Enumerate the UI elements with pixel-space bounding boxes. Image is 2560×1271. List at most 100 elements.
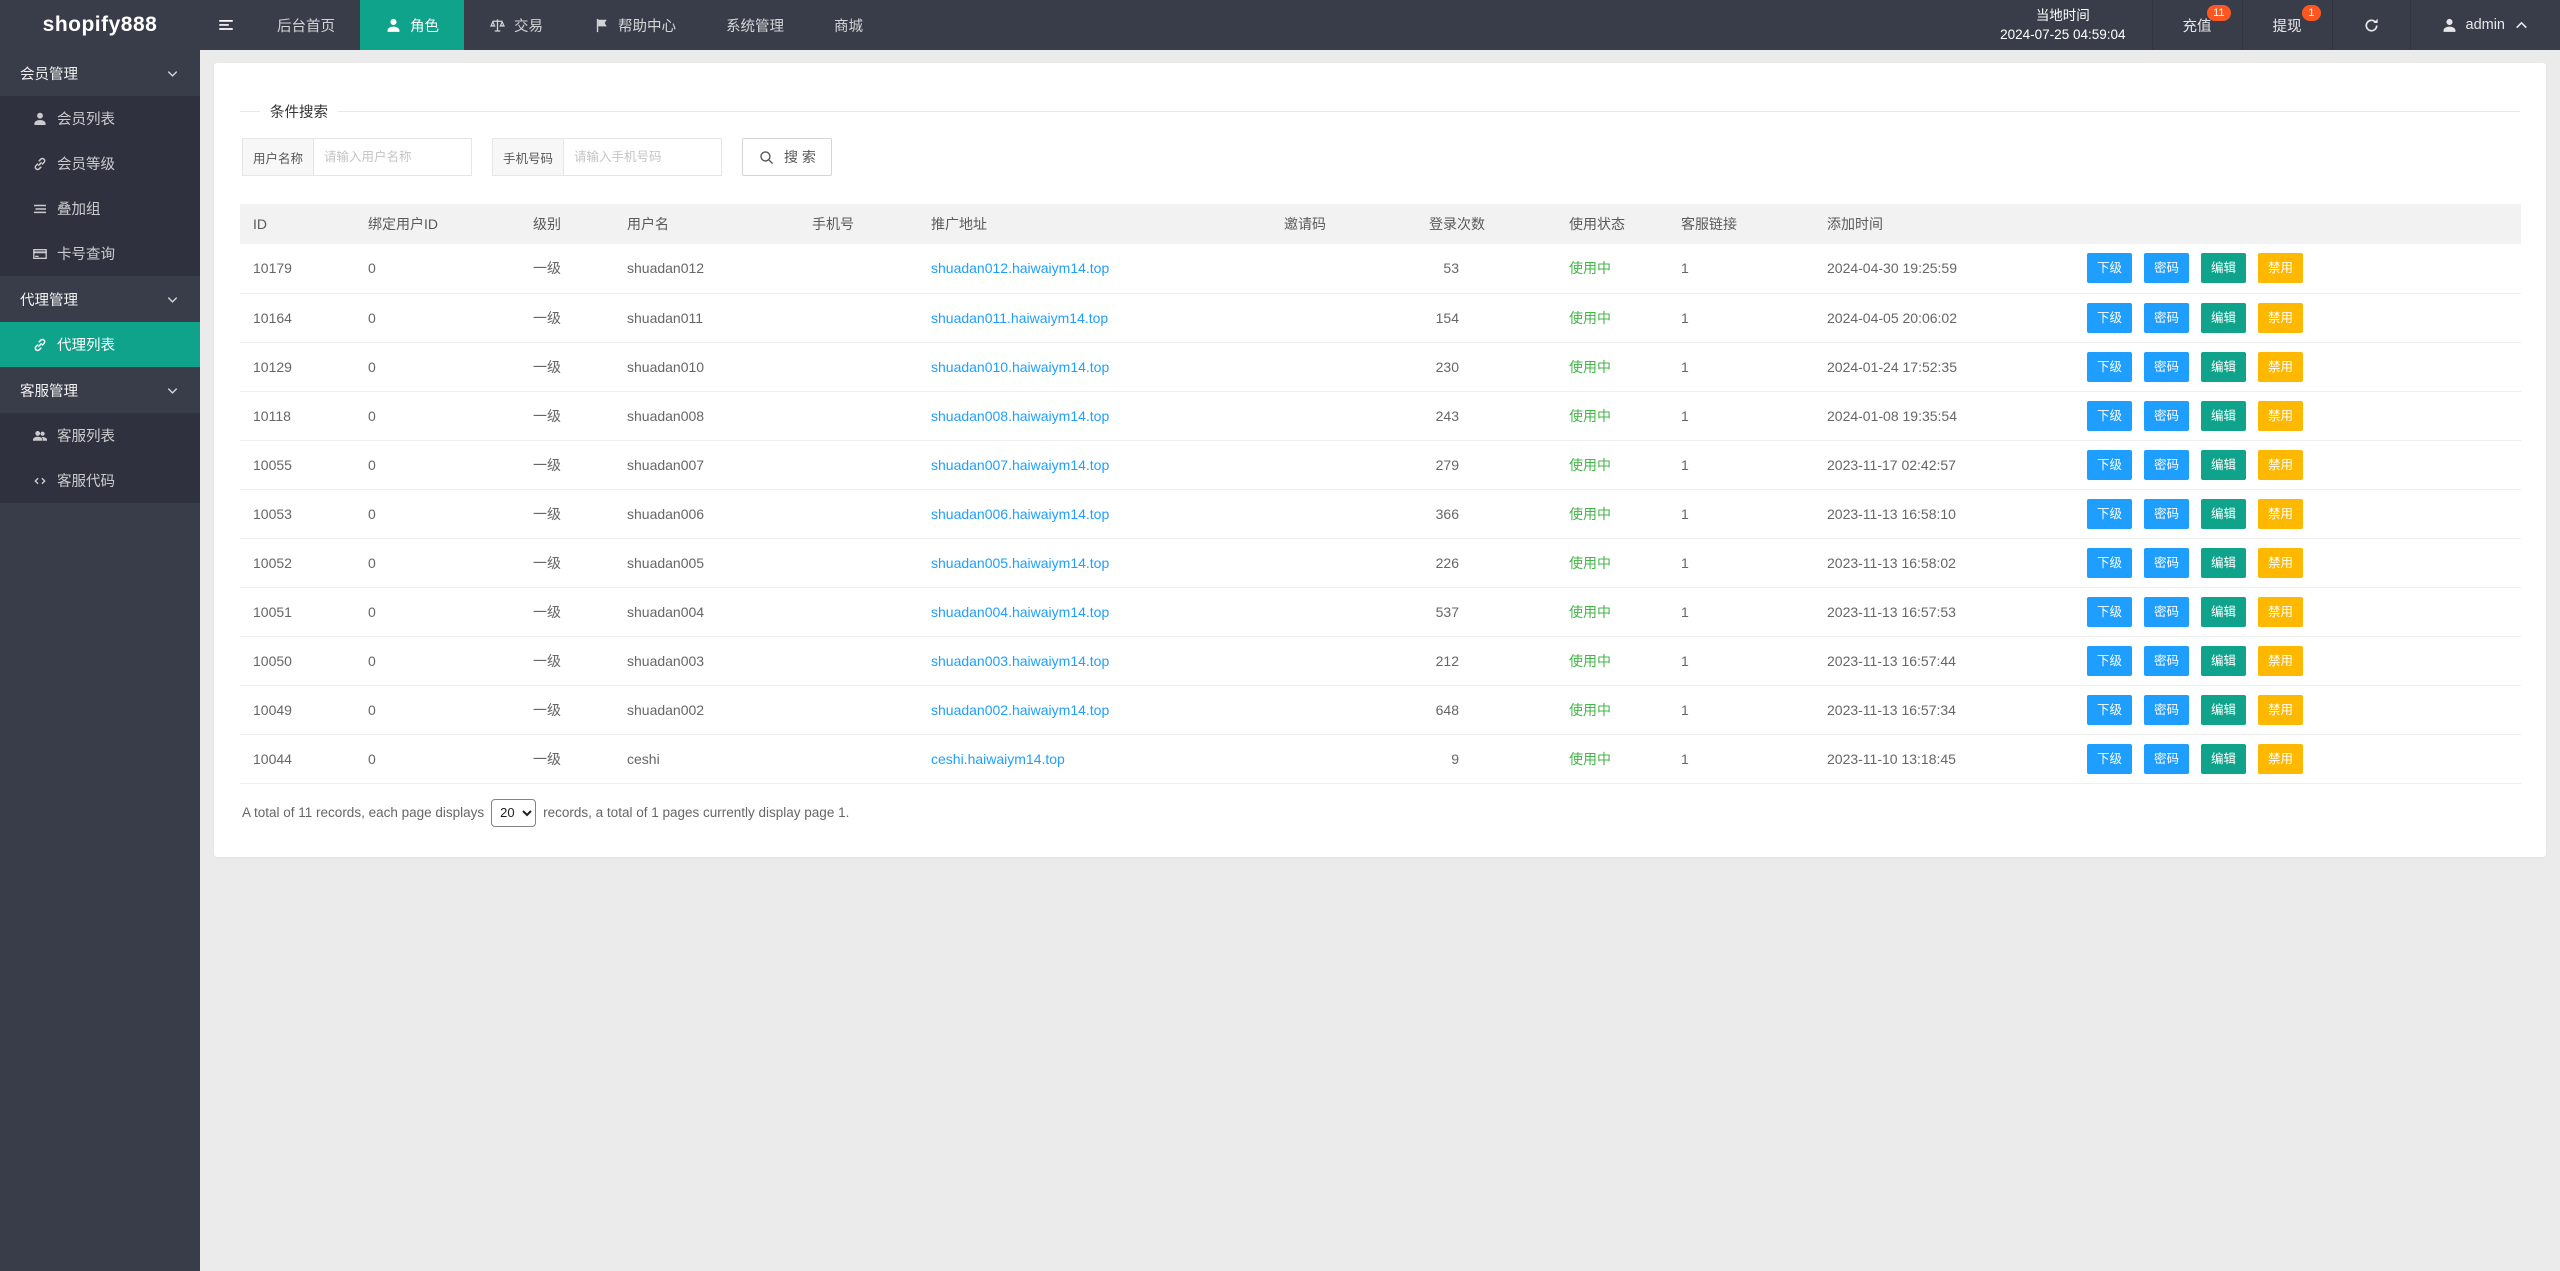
subordinate-button[interactable]: 下级 bbox=[2087, 253, 2132, 283]
local-time-label: 当地时间 bbox=[2036, 6, 2090, 25]
subordinate-button[interactable]: 下级 bbox=[2087, 597, 2132, 627]
cell-login-count: 366 bbox=[1416, 489, 1556, 538]
search-button[interactable]: 搜 索 bbox=[742, 138, 832, 176]
nav-item-roles[interactable]: 角色 bbox=[360, 0, 464, 50]
edit-button[interactable]: 编辑 bbox=[2201, 499, 2246, 529]
phone-input[interactable] bbox=[564, 138, 722, 176]
password-button[interactable]: 密码 bbox=[2144, 352, 2189, 382]
password-button[interactable]: 密码 bbox=[2144, 499, 2189, 529]
password-button[interactable]: 密码 bbox=[2144, 253, 2189, 283]
sidebar-group-support-management[interactable]: 客服管理 bbox=[0, 367, 200, 413]
subordinate-button[interactable]: 下级 bbox=[2087, 499, 2132, 529]
sidebar-item-support-code[interactable]: 客服代码 bbox=[0, 458, 200, 503]
subordinate-button[interactable]: 下级 bbox=[2087, 303, 2132, 333]
user-menu[interactable]: admin bbox=[2410, 0, 2560, 50]
sidebar-item-support-list[interactable]: 客服列表 bbox=[0, 413, 200, 458]
promo-link[interactable]: shuadan007.haiwaiym14.top bbox=[931, 457, 1109, 473]
subordinate-button[interactable]: 下级 bbox=[2087, 450, 2132, 480]
cell-phone bbox=[799, 342, 918, 391]
promo-link[interactable]: shuadan005.haiwaiym14.top bbox=[931, 555, 1109, 571]
subordinate-button[interactable]: 下级 bbox=[2087, 744, 2132, 774]
password-button[interactable]: 密码 bbox=[2144, 744, 2189, 774]
disable-button[interactable]: 禁用 bbox=[2258, 401, 2303, 431]
cell-level: 一级 bbox=[520, 636, 614, 685]
promo-link[interactable]: shuadan011.haiwaiym14.top bbox=[931, 310, 1108, 326]
disable-button[interactable]: 禁用 bbox=[2258, 253, 2303, 283]
edit-button[interactable]: 编辑 bbox=[2201, 548, 2246, 578]
refresh-button[interactable] bbox=[2332, 0, 2410, 50]
disable-button[interactable]: 禁用 bbox=[2258, 744, 2303, 774]
subordinate-button[interactable]: 下级 bbox=[2087, 695, 2132, 725]
promo-link[interactable]: shuadan006.haiwaiym14.top bbox=[931, 506, 1109, 522]
disable-button[interactable]: 禁用 bbox=[2258, 548, 2303, 578]
disable-button[interactable]: 禁用 bbox=[2258, 646, 2303, 676]
column-header-6: 邀请码 bbox=[1271, 204, 1416, 244]
recharge-button[interactable]: 充值 11 bbox=[2152, 0, 2242, 50]
cell-invite-code bbox=[1271, 342, 1416, 391]
recharge-badge: 11 bbox=[2207, 5, 2230, 21]
username-label: 用户名称 bbox=[242, 138, 314, 176]
nav-item-help-center[interactable]: 帮助中心 bbox=[568, 0, 701, 50]
nav-item-mall[interactable]: 商城 bbox=[809, 0, 888, 50]
disable-button[interactable]: 禁用 bbox=[2258, 695, 2303, 725]
password-button[interactable]: 密码 bbox=[2144, 450, 2189, 480]
disable-button[interactable]: 禁用 bbox=[2258, 352, 2303, 382]
sidebar-item-member-level[interactable]: 会员等级 bbox=[0, 141, 200, 186]
search-button-label: 搜 索 bbox=[784, 147, 816, 167]
cell-phone bbox=[799, 538, 918, 587]
sidebar-item-agent-list[interactable]: 代理列表 bbox=[0, 322, 200, 367]
disable-button[interactable]: 禁用 bbox=[2258, 499, 2303, 529]
subordinate-button[interactable]: 下级 bbox=[2087, 548, 2132, 578]
promo-link[interactable]: shuadan002.haiwaiym14.top bbox=[931, 702, 1109, 718]
password-button[interactable]: 密码 bbox=[2144, 548, 2189, 578]
disable-button[interactable]: 禁用 bbox=[2258, 450, 2303, 480]
password-button[interactable]: 密码 bbox=[2144, 401, 2189, 431]
column-header-2: 级别 bbox=[520, 204, 614, 244]
edit-button[interactable]: 编辑 bbox=[2201, 597, 2246, 627]
sidebar-toggle-button[interactable] bbox=[200, 0, 252, 50]
edit-button[interactable]: 编辑 bbox=[2201, 450, 2246, 480]
subordinate-button[interactable]: 下级 bbox=[2087, 401, 2132, 431]
password-button[interactable]: 密码 bbox=[2144, 695, 2189, 725]
cell-invite-code bbox=[1271, 734, 1416, 783]
nav-item-system-management[interactable]: 系统管理 bbox=[701, 0, 809, 50]
cell-level: 一级 bbox=[520, 391, 614, 440]
edit-button[interactable]: 编辑 bbox=[2201, 744, 2246, 774]
promo-link[interactable]: shuadan010.haiwaiym14.top bbox=[931, 359, 1109, 375]
edit-button[interactable]: 编辑 bbox=[2201, 303, 2246, 333]
disable-button[interactable]: 禁用 bbox=[2258, 597, 2303, 627]
disable-button[interactable]: 禁用 bbox=[2258, 303, 2303, 333]
cell-username: shuadan010 bbox=[614, 342, 799, 391]
cell-invite-code bbox=[1271, 636, 1416, 685]
cell-id: 10129 bbox=[240, 342, 355, 391]
column-header-10: 添加时间 bbox=[1814, 204, 2074, 244]
card-icon bbox=[32, 246, 48, 262]
promo-link[interactable]: shuadan008.haiwaiym14.top bbox=[931, 408, 1109, 424]
nav-item-home[interactable]: 后台首页 bbox=[252, 0, 360, 50]
page-size-select[interactable]: 20 bbox=[491, 799, 536, 827]
edit-button[interactable]: 编辑 bbox=[2201, 401, 2246, 431]
password-button[interactable]: 密码 bbox=[2144, 646, 2189, 676]
sidebar-item-card-lookup[interactable]: 卡号查询 bbox=[0, 231, 200, 276]
sidebar-item-member-list[interactable]: 会员列表 bbox=[0, 96, 200, 141]
subordinate-button[interactable]: 下级 bbox=[2087, 352, 2132, 382]
sidebar-group-member-management[interactable]: 会员管理 bbox=[0, 50, 200, 96]
withdraw-button[interactable]: 提现 1 bbox=[2242, 0, 2332, 50]
promo-link[interactable]: shuadan004.haiwaiym14.top bbox=[931, 604, 1109, 620]
nav-item-trade[interactable]: 交易 bbox=[464, 0, 568, 50]
sidebar-group-items: 代理列表 bbox=[0, 322, 200, 367]
promo-link[interactable]: shuadan003.haiwaiym14.top bbox=[931, 653, 1109, 669]
promo-link[interactable]: ceshi.haiwaiym14.top bbox=[931, 751, 1065, 767]
username-input[interactable] bbox=[314, 138, 472, 176]
edit-button[interactable]: 编辑 bbox=[2201, 646, 2246, 676]
sidebar-item-stack-group[interactable]: 叠加组 bbox=[0, 186, 200, 231]
subordinate-button[interactable]: 下级 bbox=[2087, 646, 2132, 676]
recharge-label: 充值 bbox=[2183, 15, 2212, 36]
edit-button[interactable]: 编辑 bbox=[2201, 253, 2246, 283]
edit-button[interactable]: 编辑 bbox=[2201, 695, 2246, 725]
password-button[interactable]: 密码 bbox=[2144, 303, 2189, 333]
password-button[interactable]: 密码 bbox=[2144, 597, 2189, 627]
sidebar-group-agent-management[interactable]: 代理管理 bbox=[0, 276, 200, 322]
promo-link[interactable]: shuadan012.haiwaiym14.top bbox=[931, 260, 1109, 276]
edit-button[interactable]: 编辑 bbox=[2201, 352, 2246, 382]
